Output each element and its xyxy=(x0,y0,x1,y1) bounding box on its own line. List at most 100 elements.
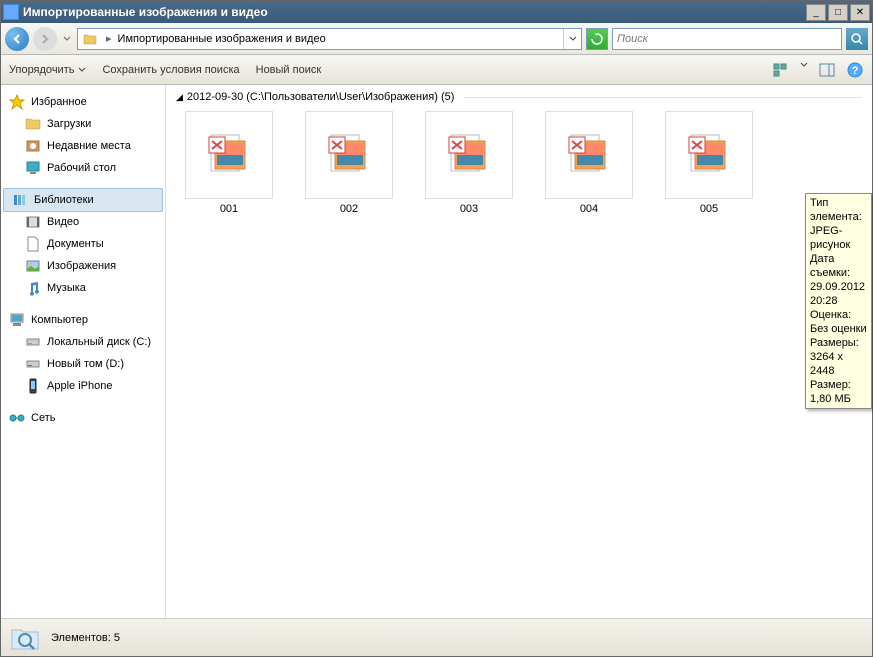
disk-icon xyxy=(25,356,41,372)
sidebar-recent[interactable]: Недавние места xyxy=(1,135,165,157)
collapse-arrow-icon[interactable]: ◢ xyxy=(176,92,183,103)
preview-pane-button[interactable] xyxy=(818,61,836,79)
organize-button[interactable]: Упорядочить xyxy=(9,64,86,76)
help-button[interactable]: ? xyxy=(846,61,864,79)
sidebar-label: Видео xyxy=(47,216,79,228)
sidebar-label: Локальный диск (C:) xyxy=(47,336,151,348)
folder-icon xyxy=(82,31,98,47)
group-title: 2012-09-30 (C:\Пользователи\User\Изображ… xyxy=(187,91,454,103)
image-file-icon xyxy=(565,131,613,179)
file-thumbnail[interactable]: 001 xyxy=(184,111,274,215)
window-title: Импортированные изображения и видео xyxy=(23,5,804,19)
file-label: 002 xyxy=(340,203,358,215)
nav-history-dropdown[interactable] xyxy=(61,27,73,51)
file-tooltip: Тип элемента: JPEG-рисунок Дата съемки: … xyxy=(805,193,872,409)
sidebar-label: Недавние места xyxy=(47,140,131,152)
minimize-button[interactable]: _ xyxy=(806,4,826,21)
address-dropdown[interactable] xyxy=(563,29,581,49)
file-thumbnail[interactable]: 003 xyxy=(424,111,514,215)
save-search-label: Сохранить условия поиска xyxy=(102,64,239,76)
file-label: 004 xyxy=(580,203,598,215)
file-label: 005 xyxy=(700,203,718,215)
desktop-icon xyxy=(25,160,41,176)
sidebar-label: Изображения xyxy=(47,260,116,272)
sidebar-downloads[interactable]: Загрузки xyxy=(1,113,165,135)
sidebar-label: Загрузки xyxy=(47,118,91,130)
sidebar-music[interactable]: Музыка xyxy=(1,277,165,299)
sidebar-label: Музыка xyxy=(47,282,86,294)
breadcrumb-separator: ▸ xyxy=(102,32,116,45)
sidebar-favorites[interactable]: Избранное xyxy=(1,91,165,113)
thumbnail-frame xyxy=(185,111,273,199)
sidebar-pictures[interactable]: Изображения xyxy=(1,255,165,277)
organize-label: Упорядочить xyxy=(9,64,74,76)
sidebar-label: Сеть xyxy=(31,412,55,424)
sidebar-label: Apple iPhone xyxy=(47,380,112,392)
sidebar-label: Документы xyxy=(47,238,104,250)
sidebar-new-volume[interactable]: Новый том (D:) xyxy=(1,353,165,375)
music-icon xyxy=(25,280,41,296)
save-search-button[interactable]: Сохранить условия поиска xyxy=(102,64,239,76)
forward-button[interactable] xyxy=(33,27,57,51)
sidebar-label: Избранное xyxy=(31,96,87,108)
breadcrumb-text[interactable]: Импортированные изображения и видео xyxy=(116,33,328,45)
group-line xyxy=(464,97,862,98)
maximize-button[interactable]: □ xyxy=(828,4,848,21)
sidebar-label: Компьютер xyxy=(31,314,88,326)
file-thumbnail[interactable]: 002 xyxy=(304,111,394,215)
sidebar-label: Рабочий стол xyxy=(47,162,116,174)
address-bar[interactable]: ▸ Импортированные изображения и видео xyxy=(77,28,582,50)
image-file-icon xyxy=(685,131,733,179)
file-thumbnail[interactable]: 005 xyxy=(664,111,754,215)
command-bar: Упорядочить Сохранить условия поиска Нов… xyxy=(1,55,872,85)
new-search-button[interactable]: Новый поиск xyxy=(256,64,322,76)
search-input[interactable] xyxy=(613,33,841,45)
computer-icon xyxy=(9,312,25,328)
sidebar-desktop[interactable]: Рабочий стол xyxy=(1,157,165,179)
network-icon xyxy=(9,410,25,426)
tooltip-line: Тип элемента: JPEG-рисунок xyxy=(810,196,867,252)
thumbnail-frame xyxy=(665,111,753,199)
sidebar-libraries[interactable]: Библиотеки xyxy=(3,188,163,212)
file-thumbnail[interactable]: 004 xyxy=(544,111,634,215)
group-header[interactable]: ◢ 2012-09-30 (C:\Пользователи\User\Изобр… xyxy=(176,91,862,103)
search-button[interactable] xyxy=(846,28,868,50)
tooltip-line: Оценка: Без оценки xyxy=(810,308,867,336)
title-bar: Импортированные изображения и видео _ □ … xyxy=(1,1,872,23)
document-icon xyxy=(25,236,41,252)
sidebar-documents[interactable]: Документы xyxy=(1,233,165,255)
navigation-pane: Избранное Загрузки Недавние места Рабочи… xyxy=(1,85,166,618)
file-list-area: ◢ 2012-09-30 (C:\Пользователи\User\Изобр… xyxy=(166,85,872,618)
sidebar-videos[interactable]: Видео xyxy=(1,211,165,233)
chevron-down-icon[interactable] xyxy=(800,61,808,69)
status-text: Элементов: 5 xyxy=(51,632,120,644)
close-button[interactable]: ✕ xyxy=(850,4,870,21)
tooltip-line: Дата съемки: 29.09.2012 20:28 xyxy=(810,252,867,308)
back-button[interactable] xyxy=(5,27,29,51)
chevron-down-icon xyxy=(78,66,86,74)
thumbnail-frame xyxy=(545,111,633,199)
disk-icon xyxy=(25,334,41,350)
sidebar-label: Новый том (D:) xyxy=(47,358,124,370)
new-search-label: Новый поиск xyxy=(256,64,322,76)
refresh-button[interactable] xyxy=(586,28,608,50)
search-box[interactable] xyxy=(612,28,842,50)
phone-icon xyxy=(25,378,41,394)
svg-text:?: ? xyxy=(852,65,859,77)
sidebar-label: Библиотеки xyxy=(34,194,94,206)
thumbnail-frame xyxy=(425,111,513,199)
sidebar-local-disk[interactable]: Локальный диск (C:) xyxy=(1,331,165,353)
star-icon xyxy=(9,94,25,110)
views-button[interactable] xyxy=(772,61,790,79)
tooltip-line: Размеры: 3264 x 2448 xyxy=(810,336,867,378)
picture-icon xyxy=(25,258,41,274)
sidebar-computer[interactable]: Компьютер xyxy=(1,309,165,331)
file-label: 001 xyxy=(220,203,238,215)
status-bar: Элементов: 5 xyxy=(1,618,872,656)
file-label: 003 xyxy=(460,203,478,215)
sidebar-network[interactable]: Сеть xyxy=(1,407,165,429)
libraries-icon xyxy=(12,192,28,208)
folder-icon xyxy=(25,116,41,132)
thumbnail-frame xyxy=(305,111,393,199)
sidebar-iphone[interactable]: Apple iPhone xyxy=(1,375,165,397)
